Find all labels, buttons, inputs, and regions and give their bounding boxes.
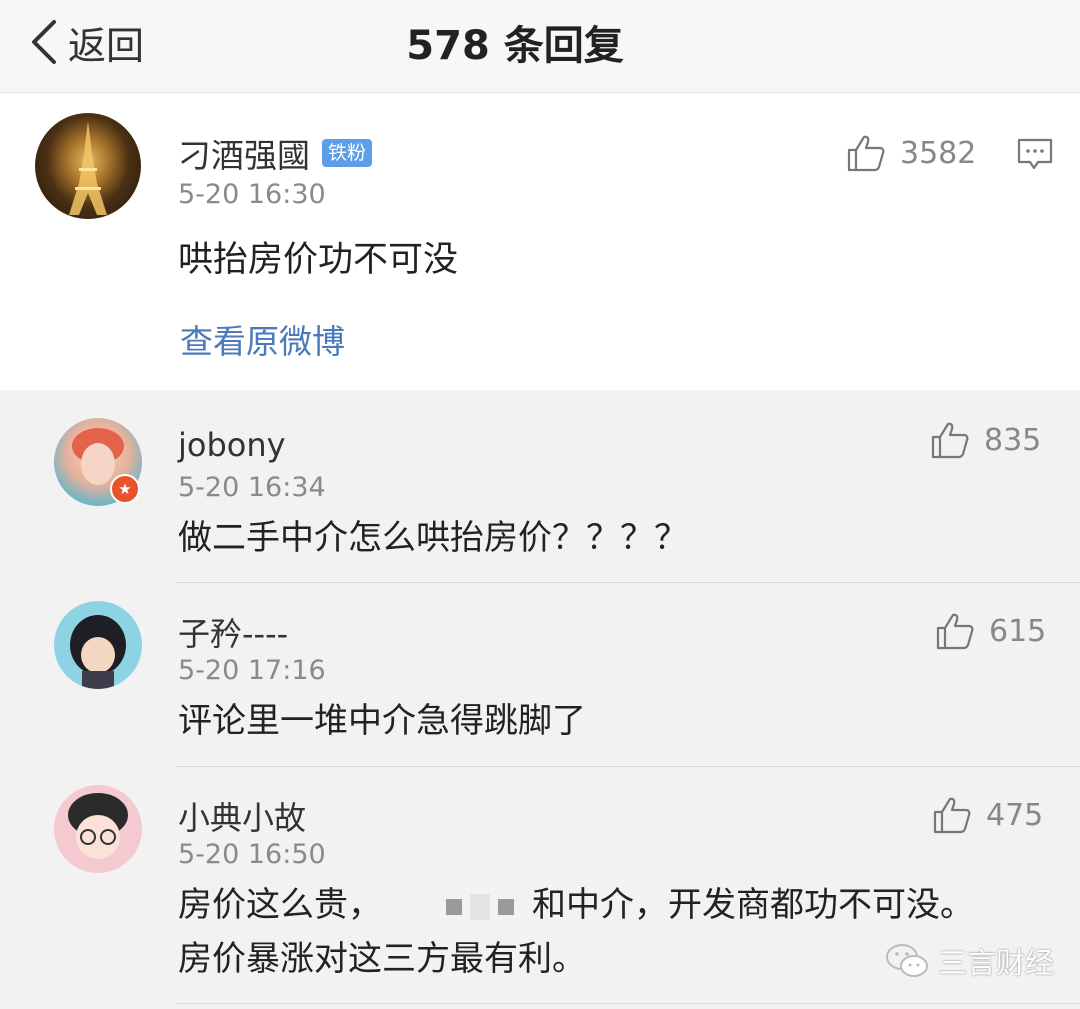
reply-text: 房价这么贵， 和中介，开发商都功不可没。 bbox=[178, 879, 974, 931]
portrait-icon bbox=[68, 793, 128, 859]
like-count: 475 bbox=[986, 797, 1044, 833]
like-button[interactable]: 615 bbox=[935, 611, 1046, 651]
portrait-icon bbox=[70, 615, 126, 689]
redacted-mark bbox=[470, 893, 490, 920]
reply-text: 做二手中介怎么哄抬房价？？？？ bbox=[178, 518, 688, 558]
avatar[interactable] bbox=[54, 601, 142, 689]
thumbs-up-icon bbox=[936, 613, 974, 650]
like-count: 3582 bbox=[900, 135, 977, 171]
timestamp: 5-20 17:16 bbox=[178, 655, 326, 686]
reply-text-line2: 房价暴涨对这三方最有利。 bbox=[178, 939, 586, 979]
divider bbox=[176, 1003, 1080, 1004]
reply-item: ★ jobony 5-20 16:34 做二手中介怎么哄抬房价？？？？ 835 bbox=[0, 390, 1080, 582]
user-name[interactable]: 刁酒强國 bbox=[178, 129, 310, 177]
like-button[interactable]: 835 bbox=[930, 420, 1041, 460]
reply-item: 子矜---- 5-20 17:16 评论里一堆中介急得跳脚了 615 bbox=[0, 583, 1080, 766]
comment-icon[interactable] bbox=[1016, 137, 1054, 171]
like-button[interactable]: 3582 bbox=[846, 133, 976, 173]
thumbs-up-icon bbox=[933, 797, 971, 834]
view-original-link[interactable]: 查看原微博 bbox=[180, 315, 345, 363]
top-bar: 返回 578 条回复 bbox=[0, 0, 1080, 93]
main-comment: 刁酒强國 铁粉 5-20 16:30 哄抬房价功不可没 查看原微博 3582 bbox=[0, 93, 1080, 390]
watermark: 三言财经 bbox=[884, 940, 1054, 982]
reply-text: 评论里一堆中介急得跳脚了 bbox=[178, 701, 586, 741]
timestamp: 5-20 16:30 bbox=[178, 179, 326, 210]
page-title: 578 条回复 bbox=[406, 23, 624, 69]
timestamp: 5-20 16:34 bbox=[178, 472, 326, 503]
like-button[interactable]: 475 bbox=[932, 795, 1043, 835]
user-name[interactable]: 子矜---- bbox=[178, 609, 288, 655]
comment-text: 哄抬房价功不可没 bbox=[178, 240, 459, 280]
timestamp: 5-20 16:50 bbox=[178, 839, 326, 870]
thumbs-up-icon bbox=[931, 422, 969, 459]
fan-badge: 铁粉 bbox=[322, 139, 373, 167]
like-count: 835 bbox=[984, 422, 1042, 458]
wechat-icon bbox=[886, 944, 928, 977]
like-count: 615 bbox=[989, 613, 1047, 649]
thumbs-up-icon bbox=[847, 135, 885, 172]
vip-badge-icon: ★ bbox=[110, 474, 140, 504]
redacted-mark bbox=[498, 898, 514, 915]
reply-text-part: 房价这么贵， bbox=[178, 885, 382, 925]
avatar[interactable] bbox=[54, 785, 142, 873]
reply-text-part: 和中介，开发商都功不可没。 bbox=[532, 885, 974, 925]
eiffel-tower-icon bbox=[69, 121, 107, 215]
user-name[interactable]: 小典小故 bbox=[178, 793, 306, 839]
avatar[interactable] bbox=[35, 113, 141, 219]
watermark-text: 三言财经 bbox=[938, 946, 1055, 980]
redacted-mark bbox=[446, 898, 462, 915]
user-name[interactable]: jobony bbox=[178, 426, 286, 464]
